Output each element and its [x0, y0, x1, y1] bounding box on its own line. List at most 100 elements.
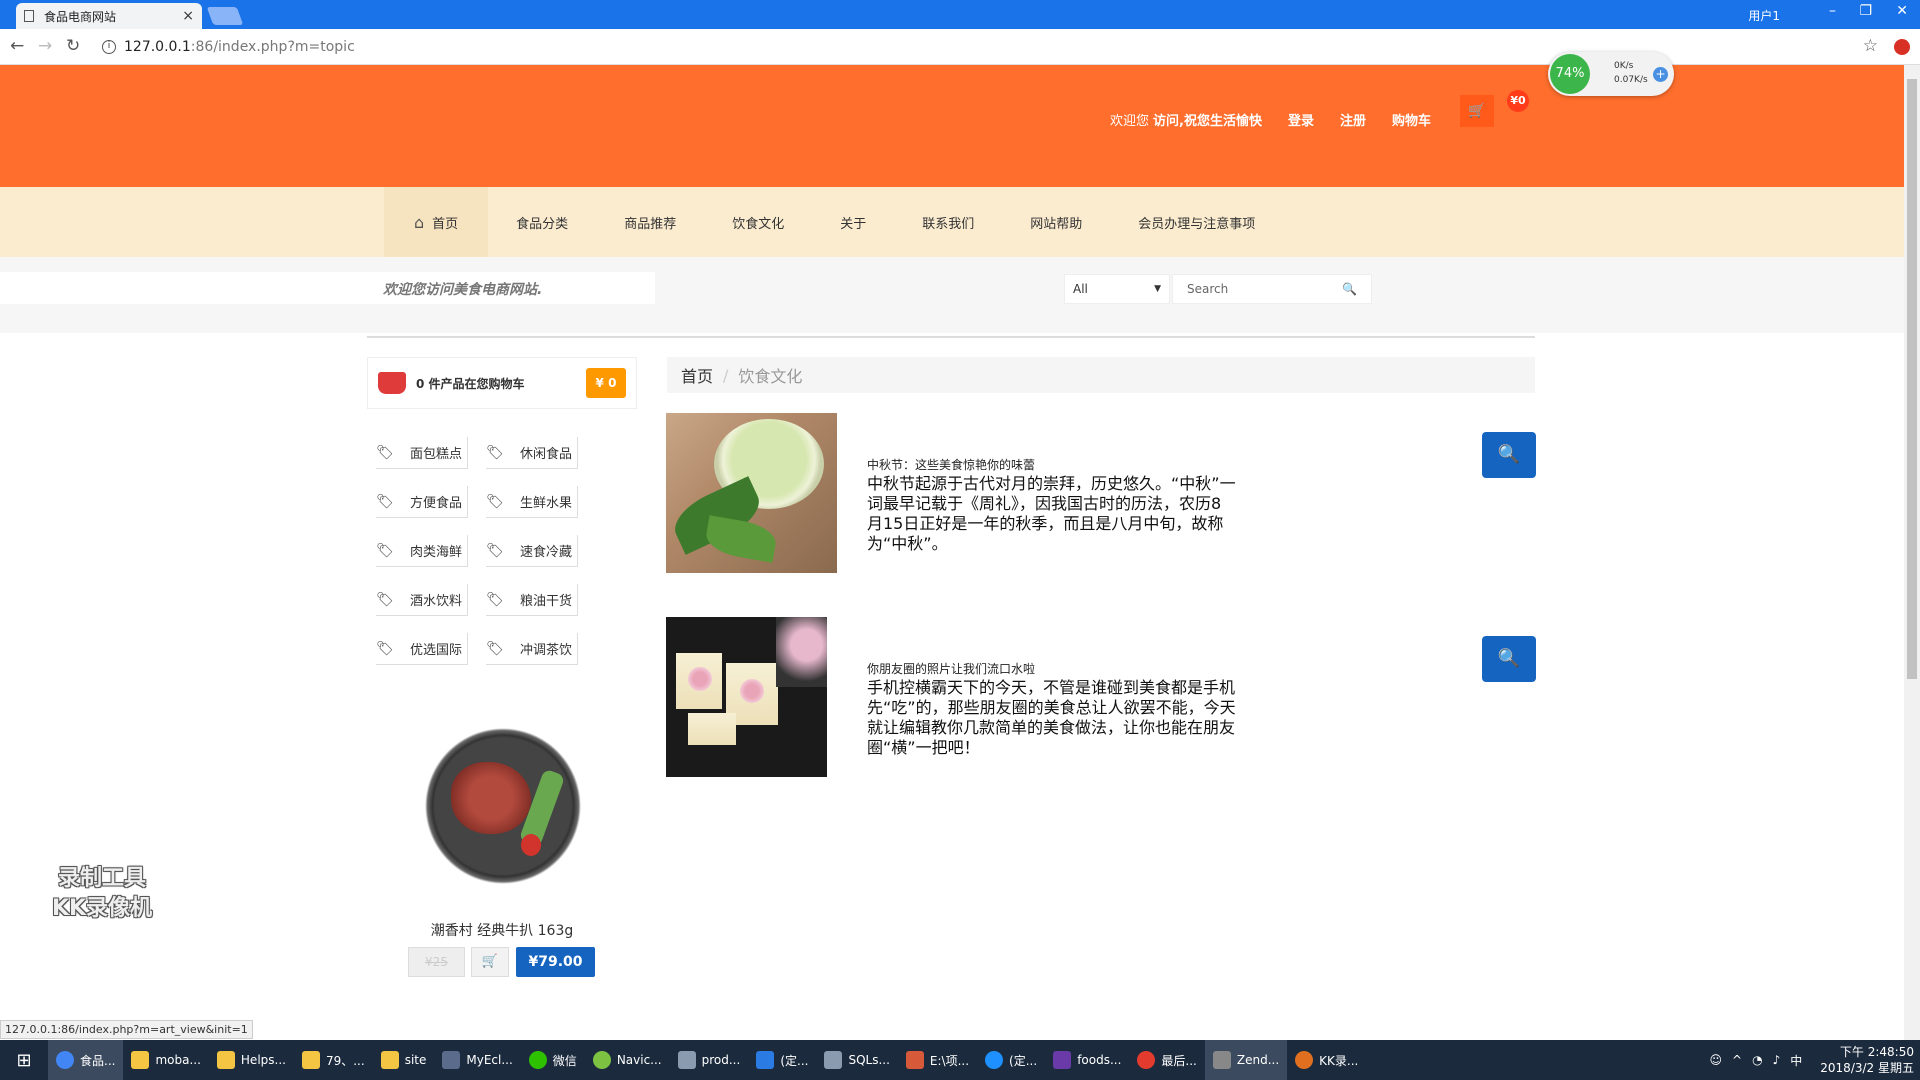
search-input[interactable]: Search 🔍 — [1172, 274, 1372, 304]
volume-icon[interactable]: ♪ — [1773, 1053, 1781, 1067]
article-excerpt: 中秋节起源于古代对月的崇拜，历史悠久。“中秋”一词最早记载于《周礼》，因我国古时… — [867, 474, 1236, 553]
tag-icon: 🏷 — [376, 591, 394, 608]
taskbar-item[interactable]: SQLs... — [816, 1040, 897, 1080]
category-item[interactable]: 🏷 方便食品 — [376, 486, 468, 518]
product-name[interactable]: 潮香村 经典牛扒 163g — [367, 920, 637, 940]
article-title[interactable]: 你朋友圈的照片让我们流口水啦 — [867, 660, 1035, 677]
nav-contact[interactable]: 联系我们 — [894, 187, 1003, 257]
tag-icon: 🏷 — [376, 444, 394, 461]
back-icon[interactable]: ← — [10, 36, 24, 56]
category-select[interactable]: All ▼ — [1064, 274, 1170, 304]
windows-start-icon[interactable]: ⊞ — [0, 1040, 48, 1080]
recorder-watermark: 录制工具 KK录像机 — [51, 866, 153, 921]
network-speed-widget[interactable]: 74% 0K/s 0.07K/s + — [1548, 52, 1674, 96]
chevron-down-icon: ▼ — [1154, 284, 1161, 294]
database-icon — [677, 1051, 696, 1069]
category-label: 优选国际 — [410, 643, 463, 658]
article-image[interactable] — [666, 617, 827, 777]
nav-home-label: 首页 — [432, 216, 459, 232]
kk-recorder-icon — [1295, 1051, 1314, 1069]
ime-indicator[interactable]: 中 — [1790, 1052, 1802, 1069]
category-item[interactable]: 🏷 优选国际 — [376, 633, 468, 665]
zoom-in-icon: 🔍 — [1497, 444, 1521, 465]
taskbar-item[interactable]: prod... — [670, 1040, 749, 1080]
network-icon[interactable]: ◔ — [1752, 1053, 1762, 1067]
taskbar-item[interactable]: (定... — [977, 1040, 1045, 1080]
category-item[interactable]: 🏷 生鲜水果 — [486, 486, 578, 518]
people-icon[interactable]: ☺ — [1710, 1053, 1723, 1067]
search-icon[interactable]: 🔍 — [1342, 282, 1357, 296]
taskbar-item[interactable]: 微信 — [521, 1040, 585, 1080]
profile-name[interactable]: 用户1 — [1748, 7, 1780, 24]
info-icon[interactable]: i — [102, 40, 116, 54]
scroll-thumb[interactable] — [1907, 79, 1917, 679]
sidebar-cart-summary[interactable]: 0 件产品在您购物车 ¥ 0 — [367, 357, 637, 409]
extension-icon[interactable] — [1894, 39, 1910, 55]
nav-food-categories[interactable]: 食品分类 — [488, 187, 597, 257]
nav-recommended[interactable]: 商品推荐 — [596, 187, 705, 257]
register-link[interactable]: 注册 — [1340, 110, 1366, 129]
product-image[interactable] — [413, 724, 593, 888]
taskbar-item[interactable]: Navic... — [585, 1040, 670, 1080]
nav-membership[interactable]: 会员办理与注意事项 — [1110, 187, 1284, 257]
close-tab-icon[interactable]: × — [182, 8, 194, 24]
page-scrollbar[interactable] — [1904, 65, 1920, 1040]
taskbar-item[interactable]: site — [373, 1040, 435, 1080]
restore-icon[interactable]: ❐ — [1859, 3, 1872, 19]
zoom-button[interactable]: 🔍 — [1482, 636, 1536, 682]
category-item[interactable]: 🏷 冲调茶饮 — [486, 633, 578, 665]
bookmark-star-icon[interactable]: ☆ — [1863, 36, 1878, 56]
article-title[interactable]: 中秋节：这些美食惊艳你的味蕾 — [867, 456, 1035, 473]
tag-icon: 🏷 — [376, 640, 394, 657]
chevron-up-icon[interactable]: ^ — [1732, 1053, 1742, 1067]
login-link[interactable]: 登录 — [1288, 110, 1314, 129]
taskbar-item[interactable]: MyEcl... — [434, 1040, 520, 1080]
cart-amount-badge: ¥ 0 — [586, 368, 626, 398]
category-item[interactable]: 🏷 酒水饮料 — [376, 584, 468, 616]
nav-food-culture[interactable]: 饮食文化 — [704, 187, 813, 257]
category-item[interactable]: 🏷 肉类海鲜 — [376, 535, 468, 567]
category-item[interactable]: 🏷 粮油干货 — [486, 584, 578, 616]
download-speed: 0.07K/s — [1614, 75, 1648, 85]
nav-home[interactable]: ⌂ 首页 — [384, 187, 489, 257]
taskbar-item[interactable]: 食品... — [48, 1040, 124, 1080]
zoom-button[interactable]: 🔍 — [1482, 432, 1536, 478]
plus-icon[interactable]: + — [1653, 67, 1668, 82]
category-item[interactable]: 🏷 速食冷藏 — [486, 535, 578, 567]
breadcrumb-home[interactable]: 首页 — [681, 363, 713, 387]
cart-link[interactable]: 购物车 — [1392, 110, 1431, 129]
browser-titlebar: 食品电商网站 × 用户1 – ❐ ✕ — [0, 0, 1920, 29]
taskbar-item[interactable]: (定... — [748, 1040, 816, 1080]
taskbar-item[interactable]: 最后... — [1129, 1040, 1204, 1080]
close-window-icon[interactable]: ✕ — [1896, 3, 1908, 19]
minimize-icon[interactable]: – — [1829, 3, 1836, 19]
article-excerpt: 手机控横霸天下的今天，不管是谁碰到美食都是手机先“吃”的，那些朋友圈的美食总让人… — [867, 678, 1236, 757]
add-to-cart-button[interactable]: 🛒 — [471, 947, 509, 977]
forward-icon[interactable]: → — [38, 36, 52, 56]
taskbar-item[interactable]: Zend... — [1204, 1040, 1288, 1080]
taskbar-item[interactable]: E:\项... — [898, 1040, 977, 1080]
taskbar-item[interactable]: 79、... — [294, 1040, 373, 1080]
basket-icon[interactable]: 🛒 — [1460, 95, 1494, 127]
taskbar-item[interactable]: KK录... — [1287, 1040, 1366, 1080]
taskbar-item[interactable]: foods... — [1045, 1040, 1129, 1080]
taskbar-item[interactable]: Helps... — [209, 1040, 294, 1080]
category-item[interactable]: 🏷 面包糕点 — [376, 437, 468, 469]
category-item[interactable]: 🏷 休闲食品 — [486, 437, 578, 469]
folder-icon — [216, 1051, 235, 1069]
price-button[interactable]: ¥79.00 — [516, 947, 595, 977]
nav-about[interactable]: 关于 — [812, 187, 895, 257]
sql-server-icon — [824, 1051, 843, 1069]
category-label: 粮油干货 — [520, 594, 573, 609]
upload-speed: 0K/s — [1614, 61, 1634, 71]
word-icon — [756, 1051, 775, 1069]
browser-tab[interactable]: 食品电商网站 × — [16, 3, 202, 29]
taskbar-item[interactable]: moba... — [123, 1040, 208, 1080]
nav-help[interactable]: 网站帮助 — [1002, 187, 1111, 257]
article-image[interactable] — [666, 413, 837, 573]
breadcrumb: 首页 / 饮食文化 — [667, 357, 1535, 393]
new-tab-button[interactable] — [206, 7, 244, 25]
category-label: 冲调茶饮 — [520, 643, 573, 658]
reload-icon[interactable]: ↻ — [66, 36, 80, 56]
clock[interactable]: 下午 2:48:50 2018/3/2 星期五 — [1820, 1044, 1914, 1076]
